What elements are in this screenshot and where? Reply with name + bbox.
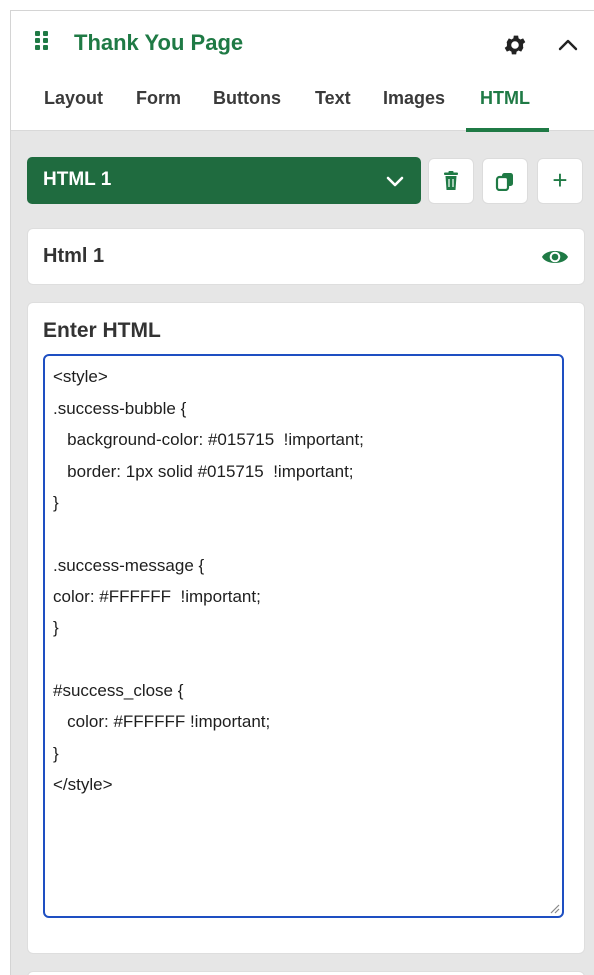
code-line: <style> (53, 367, 108, 386)
resize-handle-icon[interactable] (548, 902, 560, 914)
tab-bar: Layout Form Buttons Text Images HTML (11, 83, 594, 132)
chevron-down-icon (386, 176, 404, 187)
plus-icon: + (552, 165, 568, 195)
gear-icon[interactable] (502, 32, 528, 58)
eye-icon[interactable] (540, 245, 570, 269)
editor-label: Enter HTML (43, 319, 161, 342)
tab-buttons[interactable]: Buttons (213, 88, 281, 109)
duplicate-button[interactable] (482, 158, 528, 204)
code-line: #success_close { (53, 681, 184, 700)
tab-html[interactable]: HTML (480, 88, 530, 109)
panel-title: Thank You Page (74, 30, 244, 55)
code-line: color: #FFFFFF !important; (53, 587, 261, 606)
tab-images[interactable]: Images (383, 88, 445, 109)
html-settings-panel: Thank You Page Layout Form Buttons Text … (10, 10, 594, 975)
add-html-block-button[interactable]: + (537, 158, 583, 204)
block-name: Html 1 (43, 245, 105, 267)
code-line: background-color: #015715 !important; (53, 430, 364, 449)
delete-button[interactable] (428, 158, 474, 204)
code-line: } (53, 493, 59, 512)
code-line: border: 1px solid #015715 !important; (53, 462, 354, 481)
chevron-up-icon[interactable] (556, 33, 580, 57)
tab-form[interactable]: Form (136, 88, 181, 109)
code-line: .success-message { (53, 556, 205, 575)
code-line: .success-bubble { (53, 399, 187, 418)
tab-text[interactable]: Text (315, 88, 351, 109)
tab-layout[interactable]: Layout (44, 88, 103, 109)
html-block-toolbar: HTML 1 + (27, 157, 587, 204)
copy-icon (495, 173, 513, 191)
next-section-card (27, 971, 585, 975)
code-line: </style> (53, 775, 113, 794)
drag-handle-icon[interactable] (35, 31, 49, 51)
active-tab-indicator (466, 128, 549, 132)
code-line: } (53, 618, 59, 637)
panel-header: Thank You Page Layout Form Buttons Text … (11, 11, 594, 132)
html-block-select[interactable]: HTML 1 (27, 157, 421, 204)
html-block-select-value: HTML 1 (43, 169, 112, 190)
block-name-card: Html 1 (27, 228, 585, 285)
html-code-textarea[interactable]: <style> .success-bubble { background-col… (43, 354, 564, 918)
trash-icon (444, 171, 458, 190)
code-line: } (53, 744, 59, 763)
code-line: color: #FFFFFF !important; (53, 712, 271, 731)
html-editor-card: Enter HTML <style> .success-bubble { bac… (27, 302, 585, 954)
